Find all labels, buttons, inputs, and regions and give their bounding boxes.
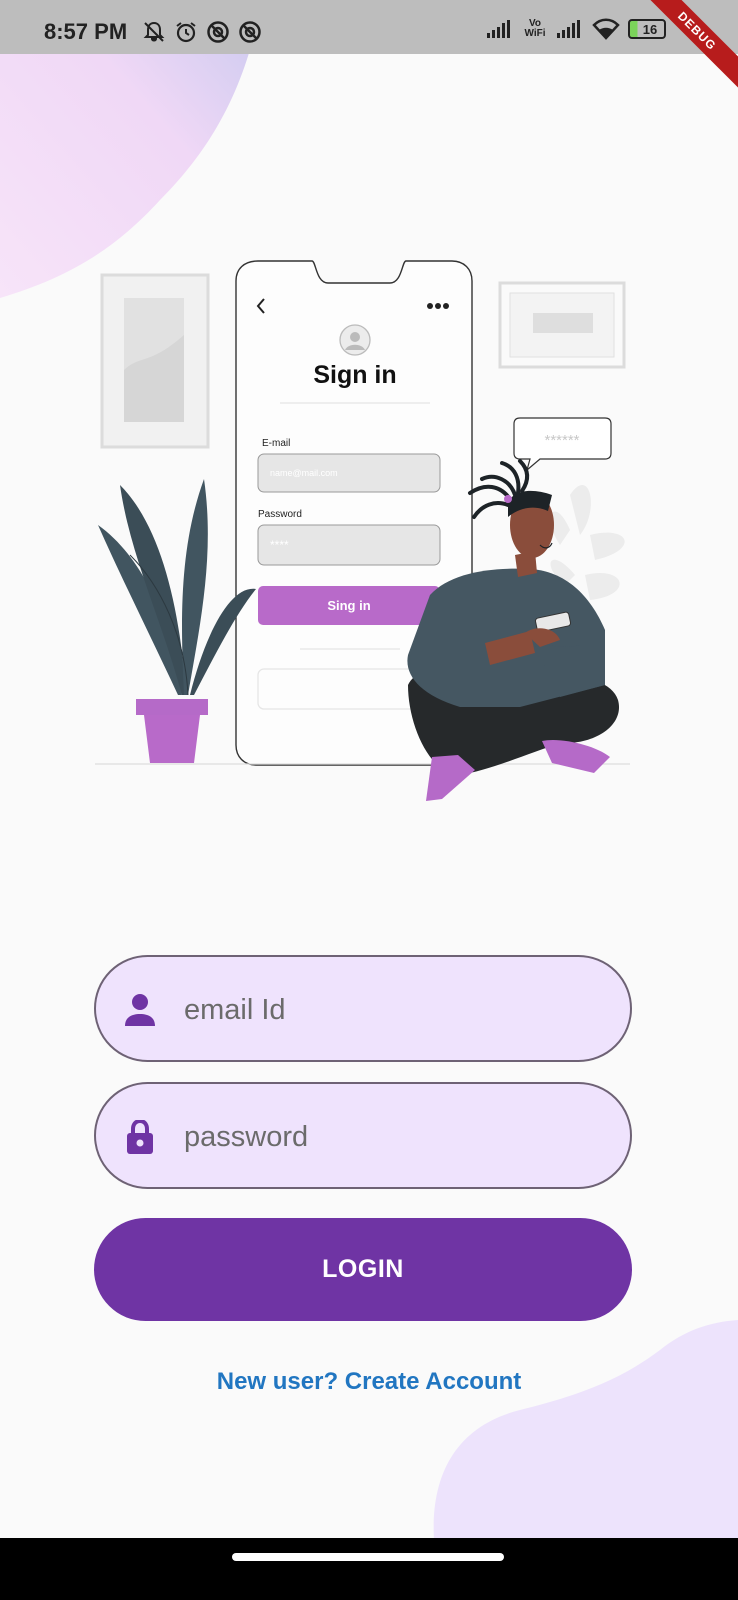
- login-button[interactable]: LOGIN: [94, 1218, 632, 1321]
- system-icons: Vo WiFi 16: [486, 18, 666, 40]
- phone-password-mask: ****: [270, 538, 289, 552]
- wall-frame-right: [498, 281, 626, 369]
- signal-icon: [487, 20, 510, 38]
- battery-level: 16: [642, 21, 658, 37]
- phone-sign-in-button-label: Sing in: [327, 598, 370, 613]
- phone-email-placeholder: name@mail.com: [270, 468, 338, 478]
- alarm-icon: [176, 22, 196, 43]
- lock-icon: [127, 1120, 153, 1154]
- sync-icon: [207, 21, 229, 43]
- speech-bubble: ******: [513, 417, 612, 472]
- wifi-icon: [592, 18, 620, 40]
- phone-sign-in-title: Sign in: [313, 361, 396, 389]
- password-input[interactable]: [184, 1114, 584, 1160]
- email-input[interactable]: [184, 987, 584, 1033]
- email-field[interactable]: [94, 955, 632, 1062]
- speech-bubble-text: ******: [544, 432, 579, 449]
- sync-icon: [239, 21, 261, 43]
- notification-icons: [142, 20, 262, 44]
- wall-frame-left: [100, 273, 210, 449]
- status-time: 8:57 PM: [44, 19, 128, 44]
- sign-in-illustration: Sign in E-mail name@mail.com Password **…: [95, 260, 630, 801]
- password-field[interactable]: [94, 1082, 632, 1189]
- signal-icon: [557, 20, 580, 38]
- battery-indicator: 16: [628, 19, 666, 39]
- home-indicator[interactable]: [232, 1553, 504, 1561]
- navigation-bar: [0, 1538, 738, 1600]
- vowifi-label: Vo WiFi: [524, 18, 546, 39]
- person-icon: [125, 994, 155, 1026]
- create-account-link[interactable]: New user? Create Account: [0, 1368, 738, 1396]
- phone-password-label: Password: [258, 509, 302, 520]
- decorative-blob-bottom: [433, 1320, 738, 1540]
- phone-email-label: E-mail: [262, 438, 290, 449]
- status-bar: 8:57 PM Vo WiFi 16: [0, 0, 738, 54]
- muted-bell-icon: [143, 21, 165, 42]
- potted-plant: [98, 479, 256, 763]
